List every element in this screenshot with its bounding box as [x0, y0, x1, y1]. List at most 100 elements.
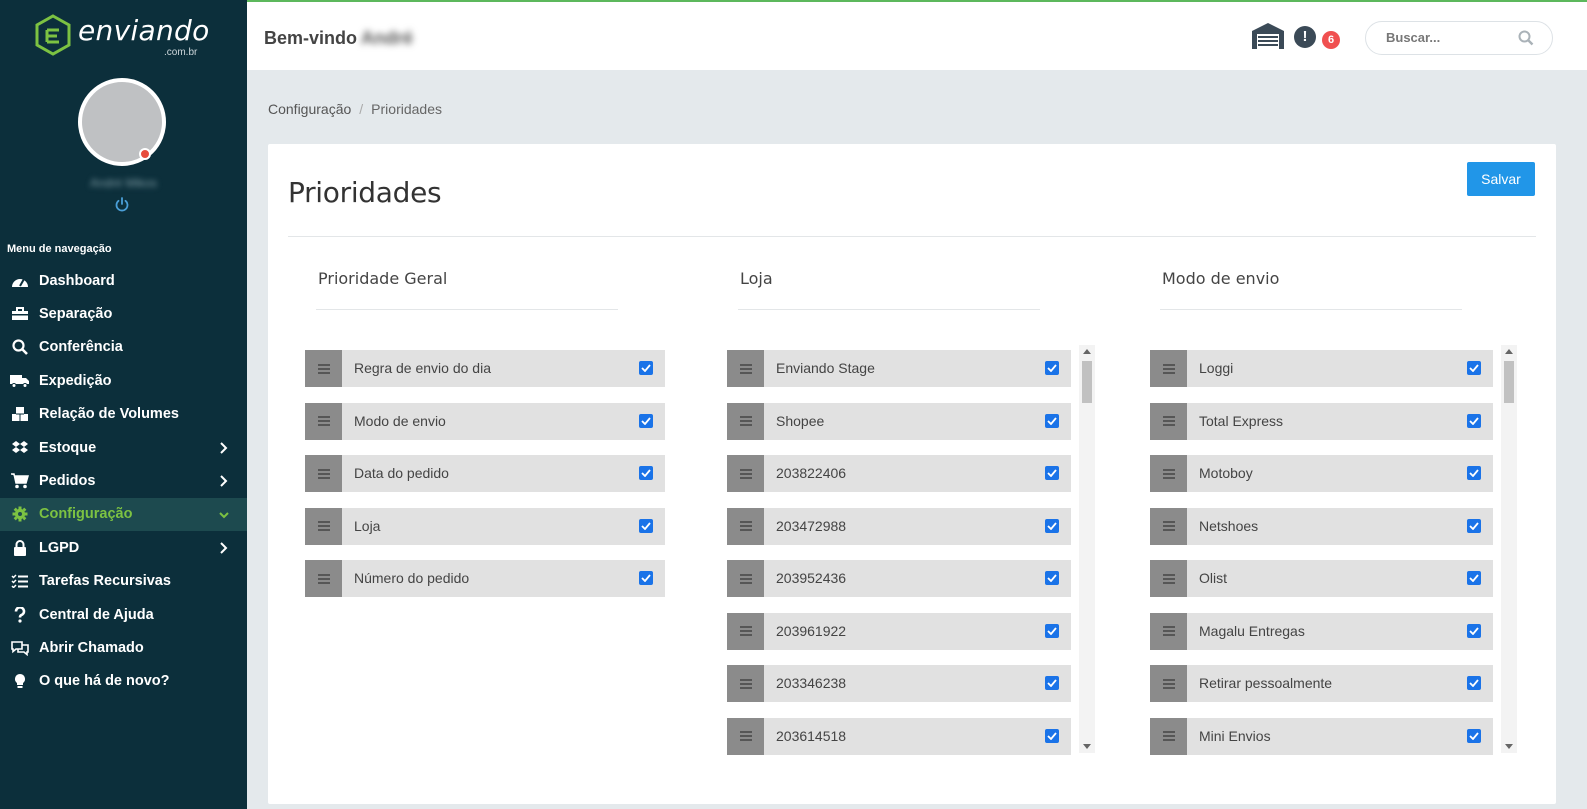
drag-handle-icon[interactable] — [305, 402, 342, 440]
list-item[interactable]: Magalu Entregas — [1150, 612, 1493, 650]
list-item[interactable]: 203346238 — [727, 665, 1071, 702]
list-item[interactable]: Netshoes — [1150, 507, 1493, 545]
nav-item-conferencia[interactable]: Conferência — [0, 331, 247, 364]
drag-handle-icon[interactable] — [1150, 665, 1187, 702]
list-item[interactable]: 203822406 — [727, 455, 1071, 492]
list-item[interactable]: Regra de envio do dia — [305, 350, 665, 387]
drag-handle-icon[interactable] — [727, 717, 764, 755]
checkbox-checked[interactable] — [1045, 361, 1059, 375]
list-item[interactable]: Número do pedido — [305, 560, 665, 597]
list-item[interactable]: Data do pedido — [305, 455, 665, 492]
nav-item-estoque[interactable]: Estoque — [0, 431, 247, 464]
checkbox-checked[interactable] — [1467, 571, 1481, 585]
nav-item-tarefas-recursivas[interactable]: Tarefas Recursivas — [0, 565, 247, 598]
list-item[interactable]: Shopee — [727, 402, 1071, 440]
list-item[interactable]: Mini Envios — [1150, 717, 1493, 755]
checkbox-checked[interactable] — [639, 518, 653, 533]
checkbox-checked[interactable] — [1467, 413, 1481, 428]
checkbox-checked[interactable] — [1045, 728, 1059, 743]
scroll-down-icon[interactable] — [1505, 744, 1513, 749]
list-item[interactable]: 203472988 — [727, 507, 1071, 545]
drag-handle-icon[interactable] — [727, 350, 764, 387]
drag-handle-icon[interactable] — [1150, 455, 1187, 492]
list-scrollbar[interactable] — [1501, 345, 1517, 753]
list-item[interactable]: Enviando Stage — [727, 350, 1071, 387]
search-box[interactable] — [1365, 21, 1553, 55]
drag-handle-icon[interactable] — [727, 455, 764, 492]
scroll-up-icon[interactable] — [1505, 349, 1513, 354]
checkbox-checked[interactable] — [1467, 676, 1481, 690]
search-icon[interactable] — [1518, 30, 1534, 46]
breadcrumb-separator: / — [359, 101, 364, 117]
nav-item-lgpd[interactable]: LGPD — [0, 531, 247, 564]
question-icon — [10, 606, 30, 624]
drag-handle-icon[interactable] — [305, 560, 342, 597]
breadcrumb-parent[interactable]: Configuração — [268, 101, 351, 117]
drag-handle-icon[interactable] — [1150, 507, 1187, 545]
brand-logo[interactable]: enviando .com.br — [34, 14, 210, 58]
checkbox-checked[interactable] — [1045, 571, 1059, 585]
nav-title: Menu de navegação — [7, 243, 112, 255]
list-scrollbar[interactable] — [1079, 345, 1095, 753]
nav-item-expedicao[interactable]: Expedição — [0, 364, 247, 397]
drag-handle-icon[interactable] — [727, 612, 764, 650]
scroll-down-icon[interactable] — [1083, 744, 1091, 749]
drag-handle-icon[interactable] — [1150, 717, 1187, 755]
list-item[interactable]: Motoboy — [1150, 455, 1493, 492]
nav-item-dashboard[interactable]: Dashboard — [0, 264, 247, 297]
drag-handle-icon[interactable] — [1150, 612, 1187, 650]
checkbox-checked[interactable] — [1467, 623, 1481, 638]
checkbox-checked[interactable] — [1045, 623, 1059, 638]
search-icon — [10, 338, 30, 356]
checkbox-checked[interactable] — [1467, 518, 1481, 533]
avatar[interactable] — [78, 78, 166, 166]
breadcrumb-current: Prioridades — [371, 101, 442, 117]
drag-handle-icon[interactable] — [727, 560, 764, 597]
checkbox-checked[interactable] — [1045, 413, 1059, 428]
checkbox-checked[interactable] — [639, 466, 653, 480]
warehouse-icon[interactable] — [1251, 22, 1285, 50]
drag-handle-icon[interactable] — [1150, 560, 1187, 597]
list-item[interactable]: Retirar pessoalmente — [1150, 665, 1493, 702]
drag-handle-icon[interactable] — [305, 455, 342, 492]
drag-handle-icon[interactable] — [305, 507, 342, 545]
scroll-thumb[interactable] — [1504, 361, 1514, 403]
list-item[interactable]: 203961922 — [727, 612, 1071, 650]
list-item[interactable]: Loja — [305, 507, 665, 545]
checkbox-checked[interactable] — [1467, 466, 1481, 480]
drag-handle-icon[interactable] — [305, 350, 342, 387]
list-item[interactable]: Modo de envio — [305, 402, 665, 440]
checkbox-checked[interactable] — [639, 413, 653, 428]
checkbox-checked[interactable] — [639, 571, 653, 585]
alert-icon[interactable]: ! — [1294, 26, 1316, 48]
drag-handle-icon[interactable] — [727, 665, 764, 702]
checkbox-checked[interactable] — [1045, 676, 1059, 690]
drag-handle-icon[interactable] — [727, 507, 764, 545]
list-item[interactable]: 203952436 — [727, 560, 1071, 597]
list-item[interactable]: Total Express — [1150, 402, 1493, 440]
nav-item-novidades[interactable]: O que há de novo? — [0, 665, 247, 698]
checkbox-checked[interactable] — [1045, 466, 1059, 480]
nav-item-relacao-volumes[interactable]: Relação de Volumes — [0, 398, 247, 431]
checkbox-checked[interactable] — [1045, 518, 1059, 533]
scroll-up-icon[interactable] — [1083, 349, 1091, 354]
drag-handle-icon[interactable] — [727, 402, 764, 440]
power-icon[interactable] — [114, 197, 130, 213]
list-item[interactable]: Olist — [1150, 560, 1493, 597]
nav-item-configuracao[interactable]: Configuração — [0, 497, 247, 532]
drag-handle-icon[interactable] — [1150, 350, 1187, 387]
scroll-thumb[interactable] — [1082, 361, 1092, 403]
list-item[interactable]: Loggi — [1150, 350, 1493, 387]
nav-item-pedidos[interactable]: Pedidos — [0, 464, 247, 497]
checkbox-checked[interactable] — [1467, 361, 1481, 375]
checkbox-checked[interactable] — [639, 361, 653, 375]
nav-item-central-ajuda[interactable]: Central de Ajuda — [0, 598, 247, 631]
nav-item-separacao[interactable]: Separação — [0, 297, 247, 330]
list-item[interactable]: 203614518 — [727, 717, 1071, 755]
save-button[interactable]: Salvar — [1467, 162, 1535, 196]
checkbox-checked[interactable] — [1467, 728, 1481, 743]
search-input[interactable] — [1386, 30, 1516, 45]
nav-item-abrir-chamado[interactable]: Abrir Chamado — [0, 631, 247, 664]
drag-handle-icon[interactable] — [1150, 402, 1187, 440]
speedometer-icon — [10, 272, 30, 290]
